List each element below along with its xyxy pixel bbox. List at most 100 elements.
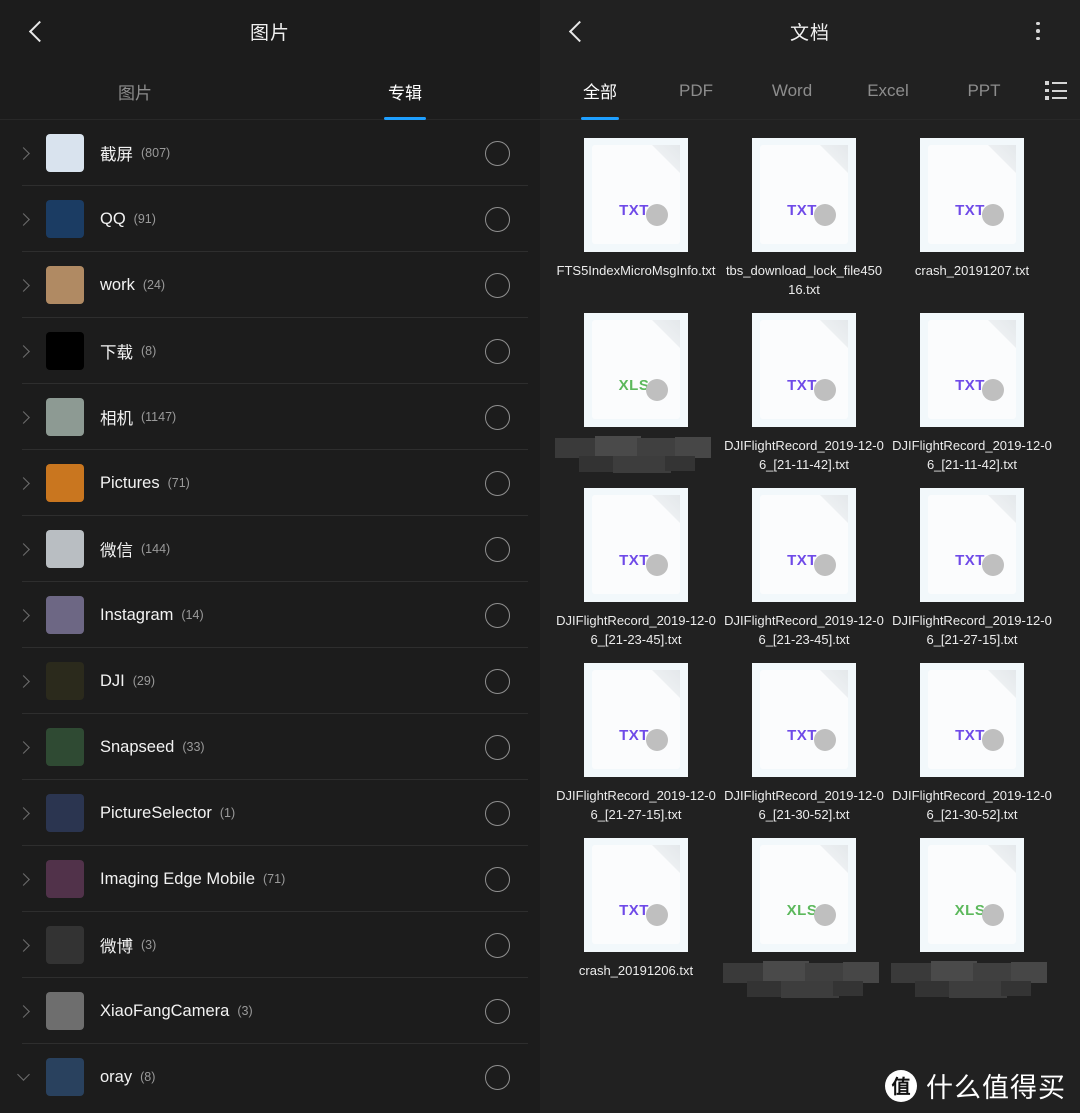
file-item[interactable]: XLS [552,313,720,474]
album-expand-toggle[interactable] [0,674,46,688]
album-select-checkbox[interactable] [485,602,510,628]
tab-gallery-photos[interactable]: 图片 [0,62,270,120]
album-list-item[interactable]: Pictures (71) [0,450,540,516]
album-list-item[interactable]: 下载 (8) [0,318,540,384]
file-type-icon: TXT [920,663,1024,777]
album-list-item[interactable]: work (24) [0,252,540,318]
album-select-checkbox[interactable] [485,866,510,892]
file-type-label: TXT [619,551,649,569]
album-thumbnail [46,200,84,238]
file-badge-circle [814,554,836,576]
album-select-checkbox[interactable] [485,998,510,1024]
file-name: DJIFlightRecord_2019-12-06_[21-11-42].tx… [724,438,884,472]
tab-doc-pdf[interactable]: PDF [648,62,744,120]
album-select-checkbox[interactable] [485,536,510,562]
tab-doc-all[interactable]: 全部 [552,62,648,120]
list-view-icon[interactable] [1034,62,1078,120]
album-select-checkbox[interactable] [485,668,510,694]
album-expand-toggle[interactable] [0,806,46,820]
page-shape [760,845,848,944]
album-expand-toggle[interactable] [0,1067,46,1082]
tab-gallery-albums[interactable]: 专辑 [270,62,540,120]
album-expand-toggle[interactable] [0,146,46,160]
album-list-item[interactable]: oray (8) [0,1044,540,1110]
menu-dot [1036,29,1040,33]
album-count: (807) [141,146,171,160]
file-item[interactable]: TXT tbs_download_lock_file45016.txt [720,138,888,299]
album-list[interactable]: 截屏 (807) QQ (91) work (24) 下载 (8) 相机 (1147) Pictur… [0,120,540,1113]
album-expand-toggle[interactable] [0,872,46,886]
album-expand-toggle[interactable] [0,212,46,226]
album-list-item[interactable]: DJI (29) [0,648,540,714]
chevron-down-icon [16,1067,30,1081]
file-type-icon: TXT [920,488,1024,602]
file-name: DJIFlightRecord_2019-12-06_[21-23-45].tx… [556,613,716,647]
album-select-checkbox[interactable] [485,1064,510,1090]
album-list-item[interactable]: 截屏 (807) [0,120,540,186]
album-select-checkbox[interactable] [485,338,510,364]
album-select-checkbox[interactable] [485,932,510,958]
file-grid[interactable]: TXT FTS5IndexMicroMsgInfo.txt TXT tbs_downl… [540,120,1080,1013]
tab-doc-word[interactable]: Word [744,62,840,120]
album-expand-toggle[interactable] [0,410,46,424]
album-thumbnail [46,266,84,304]
album-name: Pictures [100,473,160,492]
album-thumbnail [46,1058,84,1096]
tab-label: PPT [967,80,1001,100]
album-list-item[interactable]: 相机 (1147) [0,384,540,450]
file-item[interactable]: XLS [888,838,1056,999]
album-name: 微信 [100,542,133,560]
file-type-icon: XLS [752,838,856,952]
file-badge-circle [982,379,1004,401]
tab-label: PDF [679,80,713,100]
documents-back-button[interactable] [548,0,610,62]
album-select-checkbox[interactable] [485,206,510,232]
file-type-label: TXT [619,726,649,744]
album-select-checkbox[interactable] [485,404,510,430]
album-expand-toggle[interactable] [0,344,46,358]
album-select-checkbox[interactable] [485,272,510,298]
overflow-menu-icon[interactable] [1018,0,1058,62]
file-item[interactable]: TXT DJIFlightRecord_2019-12-06_[21-30-52]… [888,663,1056,824]
file-item[interactable]: TXT DJIFlightRecord_2019-12-06_[21-23-45]… [552,488,720,649]
file-item[interactable]: TXT crash_20191206.txt [552,838,720,999]
file-item[interactable]: TXT DJIFlightRecord_2019-12-06_[21-11-42]… [888,313,1056,474]
tab-doc-excel[interactable]: Excel [840,62,936,120]
file-type-icon: TXT [584,663,688,777]
file-item[interactable]: TXT crash_20191207.txt [888,138,1056,299]
file-item[interactable]: XLS [720,838,888,999]
album-list-item[interactable]: 微信 (144) [0,516,540,582]
album-select-checkbox[interactable] [485,140,510,166]
page-shape [928,320,1016,419]
album-expand-toggle[interactable] [0,740,46,754]
album-list-item[interactable]: PictureSelector (1) [0,780,540,846]
album-list-item[interactable]: Imaging Edge Mobile (71) [0,846,540,912]
gallery-back-button[interactable] [8,0,70,62]
album-list-item[interactable]: Snapseed (33) [0,714,540,780]
album-list-item[interactable]: XiaoFangCamera (3) [0,978,540,1044]
file-type-label: XLS [786,901,818,919]
file-item[interactable]: TXT DJIFlightRecord_2019-12-06_[21-30-52]… [720,663,888,824]
album-expand-toggle[interactable] [0,476,46,490]
album-list-item[interactable]: QQ (91) [0,186,540,252]
album-select-checkbox[interactable] [485,734,510,760]
album-expand-toggle[interactable] [0,608,46,622]
album-expand-toggle[interactable] [0,542,46,556]
file-item[interactable]: TXT DJIFlightRecord_2019-12-06_[21-27-15]… [888,488,1056,649]
redacted-file-name [723,961,885,999]
file-item[interactable]: TXT DJIFlightRecord_2019-12-06_[21-27-15]… [552,663,720,824]
tab-doc-ppt[interactable]: PPT [936,62,1032,120]
file-item[interactable]: TXT DJIFlightRecord_2019-12-06_[21-23-45]… [720,488,888,649]
album-list-item[interactable]: Instagram (14) [0,582,540,648]
album-name: 下载 [100,344,133,362]
album-expand-toggle[interactable] [0,278,46,292]
album-list-item[interactable]: 微博 (3) [0,912,540,978]
album-select-checkbox[interactable] [485,800,510,826]
file-item[interactable]: TXT DJIFlightRecord_2019-12-06_[21-11-42]… [720,313,888,474]
file-type-label: TXT [787,726,817,744]
album-expand-toggle[interactable] [0,1004,46,1018]
file-type-icon: TXT [584,488,688,602]
album-expand-toggle[interactable] [0,938,46,952]
file-item[interactable]: TXT FTS5IndexMicroMsgInfo.txt [552,138,720,299]
album-select-checkbox[interactable] [485,470,510,496]
